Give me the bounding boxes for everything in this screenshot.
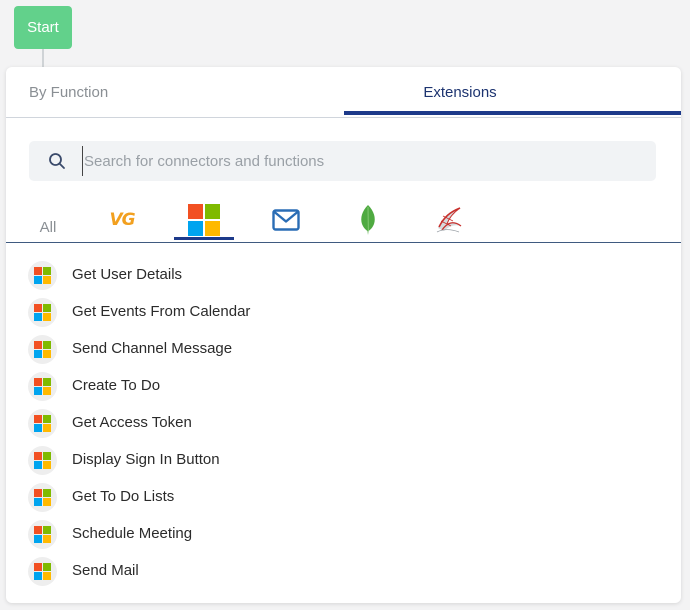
category-tab-vg[interactable]: VG [101, 197, 143, 242]
function-item-label: Get User Details [72, 266, 183, 283]
microsoft-icon [188, 203, 220, 236]
category-tab-sql-server[interactable] [431, 197, 467, 242]
category-tab-all[interactable]: All [33, 197, 63, 242]
tab-extensions[interactable]: Extensions [344, 67, 681, 117]
top-tabs: By Function Extensions [6, 67, 681, 118]
connector-line [42, 49, 44, 69]
category-tab-mongodb[interactable] [356, 197, 380, 242]
function-item-label: Schedule Meeting [72, 525, 193, 542]
active-tab-indicator [344, 111, 681, 115]
microsoft-icon [28, 372, 57, 401]
function-item-get-access-token[interactable]: Get Access Token [6, 405, 681, 442]
microsoft-icon [28, 483, 57, 512]
microsoft-icon [28, 261, 57, 290]
search-icon [49, 153, 65, 169]
sql-server-icon [436, 206, 462, 232]
search-box[interactable] [29, 141, 656, 181]
function-item-get-user-details[interactable]: Get User Details [6, 257, 681, 294]
function-item-label: Get To Do Lists [72, 488, 175, 505]
active-category-indicator [174, 237, 234, 240]
tab-by-function[interactable]: By Function [29, 67, 108, 117]
microsoft-icon [28, 520, 57, 549]
microsoft-icon [28, 298, 57, 327]
vg-logo-icon: VG [109, 209, 135, 230]
tab-extensions-label: Extensions [423, 83, 497, 101]
category-tabs: All VG [6, 197, 681, 243]
function-list: Get User Details Get Events From Calenda… [6, 257, 681, 590]
start-node[interactable]: Start [14, 6, 72, 49]
connector-picker-panel: By Function Extensions All VG [6, 67, 681, 603]
search-input[interactable] [82, 146, 642, 176]
tab-by-function-label: By Function [29, 83, 109, 101]
function-item-display-sign-in-button[interactable]: Display Sign In Button [6, 442, 681, 479]
function-item-label: Get Events From Calendar [72, 303, 251, 320]
function-item-label: Create To Do [72, 377, 161, 394]
microsoft-icon [28, 446, 57, 475]
function-item-label: Send Mail [72, 562, 139, 579]
mail-icon [272, 208, 300, 231]
category-tab-microsoft[interactable] [174, 197, 234, 242]
function-item-get-to-do-lists[interactable]: Get To Do Lists [6, 479, 681, 516]
microsoft-icon [28, 335, 57, 364]
microsoft-icon [28, 409, 57, 438]
function-item-get-events-from-calendar[interactable]: Get Events From Calendar [6, 294, 681, 331]
function-item-label: Display Sign In Button [72, 451, 220, 468]
function-item-create-to-do[interactable]: Create To Do [6, 368, 681, 405]
function-item-send-mail[interactable]: Send Mail [6, 553, 681, 590]
function-item-send-channel-message[interactable]: Send Channel Message [6, 331, 681, 368]
category-all-label: All [39, 219, 57, 236]
function-item-label: Get Access Token [72, 414, 192, 431]
mongodb-leaf-icon [361, 204, 375, 235]
function-item-schedule-meeting[interactable]: Schedule Meeting [6, 516, 681, 553]
function-item-label: Send Channel Message [72, 340, 233, 357]
microsoft-icon [28, 557, 57, 586]
start-node-label: Start [27, 19, 59, 36]
category-tab-mail[interactable] [265, 197, 307, 242]
